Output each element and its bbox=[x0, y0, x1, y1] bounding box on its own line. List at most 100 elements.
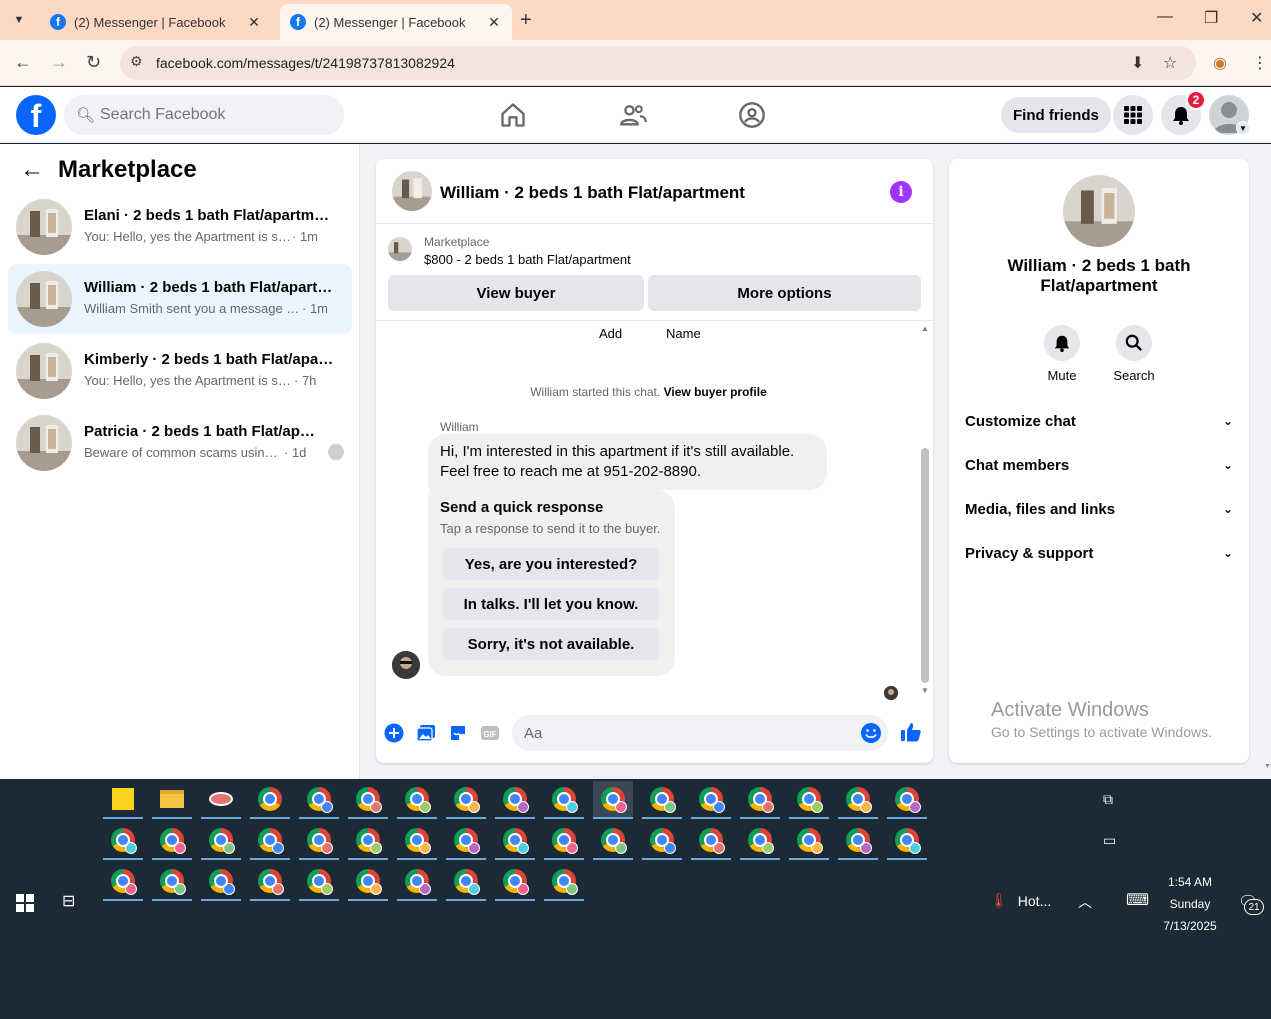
back-icon[interactable]: ← bbox=[14, 52, 32, 73]
meet-now-icon[interactable]: ⧉ bbox=[1103, 791, 1113, 808]
chrome-profile-app[interactable] bbox=[446, 863, 486, 901]
scrollbar-thumb[interactable] bbox=[921, 448, 929, 683]
plus-icon[interactable] bbox=[384, 723, 404, 743]
chrome-profile-app[interactable] bbox=[299, 822, 339, 860]
weather-widget[interactable]: 🌡︎ Hot... bbox=[990, 892, 1051, 909]
facebook-logo-icon[interactable]: f bbox=[16, 95, 56, 135]
conversation-item[interactable]: Elani · 2 beds 1 bath Flat/apartment You… bbox=[8, 192, 352, 262]
chrome-profile-app[interactable] bbox=[397, 781, 437, 819]
chrome-profile-app[interactable] bbox=[691, 822, 731, 860]
task-view-icon[interactable]: ⊟ bbox=[62, 891, 75, 911]
browser-tab-2[interactable]: f (2) Messenger | Facebook ✕ bbox=[280, 4, 512, 40]
profile-icon[interactable]: ◉ bbox=[1213, 53, 1227, 73]
chrome-profile-app[interactable] bbox=[495, 863, 535, 901]
message-input[interactable] bbox=[512, 715, 888, 751]
chrome-profile-app[interactable] bbox=[642, 781, 682, 819]
snipping-tool-app[interactable] bbox=[201, 781, 241, 819]
chat-thumbnail[interactable] bbox=[392, 171, 432, 211]
quick-response-option[interactable]: Sorry, it's not available. bbox=[443, 628, 659, 660]
chrome-profile-app[interactable] bbox=[397, 822, 437, 860]
view-buyer-profile-link[interactable]: View buyer profile bbox=[664, 385, 767, 399]
privacy-support-section[interactable]: Privacy & support ⌄ bbox=[965, 541, 1233, 565]
chrome-profile-app[interactable] bbox=[250, 863, 290, 901]
page-scroll-down-icon[interactable]: ▼ bbox=[1264, 763, 1271, 770]
chrome-profile-app[interactable] bbox=[740, 781, 780, 819]
restore-icon[interactable]: ❐ bbox=[1204, 8, 1218, 28]
chrome-profile-app[interactable] bbox=[544, 781, 584, 819]
close-window-icon[interactable]: ✕ bbox=[1250, 8, 1263, 28]
thread-scrollbar[interactable]: ▲ ▼ bbox=[919, 322, 931, 702]
friends-icon[interactable] bbox=[619, 101, 647, 129]
search-in-chat-button[interactable]: Search bbox=[1104, 325, 1164, 383]
chrome-profile-app[interactable] bbox=[691, 781, 731, 819]
conversation-item[interactable]: Patricia · 2 beds 1 bath Flat/apartment … bbox=[8, 408, 352, 478]
conversation-item[interactable]: Kimberly · 2 beds 1 bath Flat/apartment … bbox=[8, 336, 352, 406]
menu-grid-button[interactable] bbox=[1113, 95, 1153, 135]
groups-icon[interactable] bbox=[738, 101, 766, 129]
chrome-profile-app[interactable] bbox=[887, 781, 927, 819]
tab-close-icon[interactable]: ✕ bbox=[486, 14, 502, 31]
chrome-profile-app[interactable] bbox=[299, 781, 339, 819]
quick-response-option[interactable]: Yes, are you interested? bbox=[443, 548, 659, 580]
chrome-profile-app[interactable] bbox=[397, 863, 437, 901]
chrome-profile-app[interactable] bbox=[201, 822, 241, 860]
chrome-profile-app[interactable] bbox=[348, 822, 388, 860]
chrome-profile-app[interactable] bbox=[250, 822, 290, 860]
sticky-notes-app[interactable] bbox=[103, 781, 143, 819]
scroll-up-icon[interactable]: ▲ bbox=[921, 324, 929, 333]
bookmark-star-icon[interactable]: ☆ bbox=[1163, 53, 1177, 73]
chrome-profile-app[interactable] bbox=[348, 863, 388, 901]
scroll-down-icon[interactable]: ▼ bbox=[921, 686, 929, 695]
chrome-profile-app[interactable] bbox=[887, 822, 927, 860]
chrome-app[interactable] bbox=[250, 781, 290, 819]
install-app-icon[interactable]: ⬇ bbox=[1131, 53, 1144, 73]
find-friends-button[interactable]: Find friends bbox=[1001, 97, 1111, 133]
chrome-profile-app[interactable] bbox=[838, 781, 878, 819]
windows-start-icon[interactable] bbox=[16, 894, 34, 912]
context-add[interactable]: Add bbox=[599, 326, 622, 341]
chat-title[interactable]: William · 2 beds 1 bath Flat/apartment bbox=[440, 183, 745, 203]
chrome-profile-app[interactable] bbox=[495, 781, 535, 819]
chrome-profile-app[interactable] bbox=[103, 822, 143, 860]
tab-close-icon[interactable]: ✕ bbox=[246, 14, 262, 31]
sender-avatar[interactable] bbox=[392, 651, 420, 679]
details-thumbnail[interactable] bbox=[1063, 175, 1135, 247]
media-files-links-section[interactable]: Media, files and links ⌄ bbox=[965, 497, 1233, 521]
home-icon[interactable] bbox=[499, 101, 527, 129]
gif-icon[interactable]: GIF bbox=[480, 723, 500, 743]
chrome-profile-app[interactable] bbox=[544, 822, 584, 860]
keyboard-icon[interactable]: ⌨ bbox=[1126, 890, 1149, 910]
chrome-profile-app[interactable] bbox=[348, 781, 388, 819]
conversation-item-active[interactable]: William · 2 beds 1 bath Flat/apartment W… bbox=[8, 264, 352, 334]
tab-search-dropdown[interactable]: ▼ bbox=[6, 8, 32, 32]
context-name[interactable]: Name bbox=[666, 326, 701, 341]
chrome-profile-app[interactable] bbox=[789, 822, 829, 860]
mute-button[interactable]: Mute bbox=[1032, 325, 1092, 383]
chrome-profile-app[interactable] bbox=[838, 822, 878, 860]
emoji-icon[interactable] bbox=[860, 722, 882, 744]
more-options-button[interactable]: More options bbox=[648, 275, 921, 311]
chrome-profile-app[interactable] bbox=[152, 863, 192, 901]
sticker-icon[interactable] bbox=[448, 723, 468, 743]
listing-thumbnail[interactable] bbox=[388, 237, 412, 261]
chrome-profile-app[interactable] bbox=[593, 822, 633, 860]
facebook-search-input[interactable] bbox=[100, 106, 320, 124]
address-bar[interactable]: facebook.com/messages/t/2419873781308292… bbox=[120, 46, 1196, 80]
chrome-profile-app[interactable] bbox=[593, 781, 633, 819]
chrome-profile-app[interactable] bbox=[446, 781, 486, 819]
quick-response-option[interactable]: In talks. I'll let you know. bbox=[443, 588, 659, 620]
site-settings-icon[interactable]: ⚙ bbox=[130, 53, 143, 70]
back-arrow-icon[interactable]: ← bbox=[20, 156, 44, 184]
chevron-down-icon[interactable]: ▼ bbox=[1236, 121, 1250, 135]
chrome-profile-app[interactable] bbox=[495, 822, 535, 860]
browser-tab-1[interactable]: f (2) Messenger | Facebook ✕ bbox=[40, 4, 272, 40]
info-icon[interactable]: i bbox=[890, 181, 912, 203]
forward-icon[interactable]: → bbox=[50, 52, 68, 73]
new-tab-button[interactable]: + bbox=[520, 9, 532, 32]
chrome-profile-app[interactable] bbox=[789, 781, 829, 819]
chat-members-section[interactable]: Chat members ⌄ bbox=[965, 453, 1233, 477]
taskbar-feedback-icon[interactable]: ▭ bbox=[1103, 832, 1116, 849]
minimize-icon[interactable]: — bbox=[1157, 8, 1173, 26]
photo-icon[interactable] bbox=[416, 723, 436, 743]
chrome-profile-app[interactable] bbox=[201, 863, 241, 901]
